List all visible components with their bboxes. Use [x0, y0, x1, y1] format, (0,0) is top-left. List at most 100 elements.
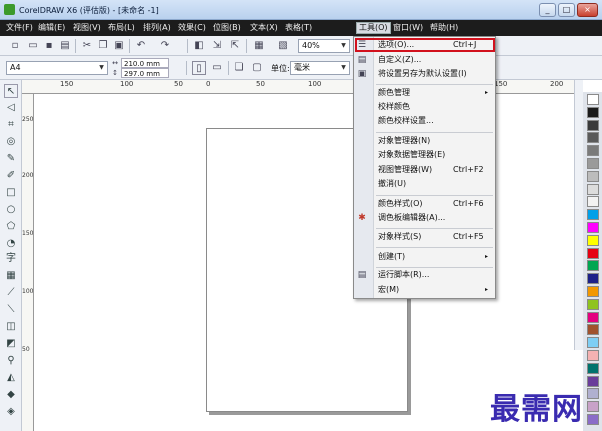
menu-item-color-management[interactable]: 颜色管理 ▸	[354, 86, 495, 100]
vertical-scrollbar[interactable]	[574, 80, 583, 350]
menu-edit[interactable]: 编辑(E)	[36, 22, 67, 34]
color-swatch[interactable]	[587, 183, 599, 195]
menu-window[interactable]: 窗口(W)	[391, 22, 425, 34]
menu-item-color-styles[interactable]: 颜色样式(O) Ctrl+F6	[354, 197, 495, 211]
color-swatch[interactable]	[587, 401, 599, 413]
color-swatch[interactable]	[587, 222, 599, 233]
color-swatch[interactable]	[587, 324, 599, 336]
pick-tool-icon[interactable]: ↖	[4, 84, 18, 98]
color-swatch[interactable]	[587, 158, 599, 169]
menu-tools[interactable]: 工具(O)	[356, 22, 391, 34]
color-swatch[interactable]	[587, 375, 599, 387]
menu-view[interactable]: 视图(V)	[71, 22, 103, 34]
menu-item-run-script[interactable]: ▤ 运行脚本(R)...	[354, 268, 495, 282]
table-tool-icon[interactable]: ▦	[4, 269, 18, 283]
color-swatch[interactable]	[587, 106, 599, 118]
menu-layout[interactable]: 布局(L)	[106, 22, 137, 34]
color-swatch[interactable]	[587, 145, 599, 157]
crop-tool-icon[interactable]: ⌗	[4, 118, 18, 132]
menu-item-object-styles[interactable]: 对象样式(S) Ctrl+F5	[354, 230, 495, 244]
page-width-field[interactable]: 210.0 mm	[121, 58, 169, 68]
color-swatch[interactable]	[587, 273, 599, 285]
menu-item-customize[interactable]: ▤ 自定义(Z)...	[354, 53, 495, 67]
save-icon[interactable]: ▪	[42, 39, 56, 53]
color-swatch[interactable]	[587, 298, 599, 310]
print-icon[interactable]: ▤	[58, 39, 72, 53]
rectangle-tool-icon[interactable]: □	[4, 186, 18, 200]
color-swatch[interactable]	[587, 196, 599, 208]
smart-fill-tool-icon[interactable]: ✐	[4, 169, 18, 183]
landscape-icon[interactable]: ▭	[210, 61, 224, 75]
zoom-level-combo[interactable]: 40% ▼	[298, 39, 350, 53]
close-button[interactable]: ×	[577, 3, 598, 17]
fill-tool-icon[interactable]: ◆	[4, 388, 18, 402]
color-swatch[interactable]	[587, 119, 599, 131]
color-swatch[interactable]	[587, 311, 599, 323]
menu-item-save-defaults[interactable]: ▣ 将设置另存为默认设置(I)	[354, 67, 495, 81]
color-swatch[interactable]	[587, 414, 599, 425]
polygon-tool-icon[interactable]: ⬠	[4, 220, 18, 234]
minimize-button[interactable]: _	[539, 3, 556, 17]
ellipse-tool-icon[interactable]: ○	[4, 203, 18, 217]
menu-item-proof-settings[interactable]: 颜色校样设置...	[354, 114, 495, 128]
shape-tool-icon[interactable]: ◁	[4, 101, 18, 115]
paper-size-combo[interactable]: A4 ▼	[6, 61, 108, 75]
cut-icon[interactable]: ✂	[80, 39, 94, 53]
paste-icon[interactable]: ▣	[112, 39, 126, 53]
blend-tool-icon[interactable]: ◫	[4, 320, 18, 334]
open-icon[interactable]: ▭	[26, 39, 40, 53]
export-icon[interactable]: ⇱	[228, 39, 242, 53]
menu-item-view-manager[interactable]: 视图管理器(W) Ctrl+F2	[354, 163, 495, 177]
menu-item-object-data-manager[interactable]: 对象数据管理器(E)	[354, 148, 495, 162]
outline-tool-icon[interactable]: ◭	[4, 371, 18, 385]
copy-icon[interactable]: ❐	[96, 39, 110, 53]
color-swatch[interactable]	[587, 247, 599, 259]
color-swatch[interactable]	[587, 260, 599, 272]
text-tool-icon[interactable]: 字	[4, 252, 18, 266]
menu-item-proof-colors[interactable]: 校样颜色	[354, 100, 495, 114]
units-combo[interactable]: 毫米 ▼	[290, 61, 350, 75]
portrait-icon[interactable]: ▯	[192, 61, 206, 75]
color-swatch[interactable]	[587, 170, 599, 182]
import-icon[interactable]: ⇲	[210, 39, 224, 53]
menu-help[interactable]: 帮助(H)	[428, 22, 460, 34]
menu-table[interactable]: 表格(T)	[283, 22, 314, 34]
color-swatch[interactable]	[587, 388, 599, 400]
color-swatch[interactable]	[587, 209, 599, 221]
menu-item-create[interactable]: 创建(T) ▸	[354, 250, 495, 264]
menu-text[interactable]: 文本(X)	[248, 22, 280, 34]
search-content-icon[interactable]: ◧	[192, 39, 206, 53]
menu-file[interactable]: 文件(F)	[4, 22, 35, 34]
redo-icon[interactable]: ↷	[158, 39, 172, 53]
undo-icon[interactable]: ↶	[134, 39, 148, 53]
dimension-tool-icon[interactable]: ⟋	[4, 286, 18, 300]
interactive-fill-tool-icon[interactable]: ◈	[4, 405, 18, 419]
welcome-screen-icon[interactable]: ▧	[276, 39, 290, 53]
menu-item-macros[interactable]: 宏(M) ▸	[354, 283, 495, 297]
basic-shapes-tool-icon[interactable]: ◔	[4, 237, 18, 251]
menu-bitmaps[interactable]: 位图(B)	[211, 22, 243, 34]
page-height-field[interactable]: 297.0 mm	[121, 68, 169, 78]
new-document-icon[interactable]: ▫	[8, 39, 22, 53]
maximize-button[interactable]: □	[558, 3, 575, 17]
menu-item-object-manager[interactable]: 对象管理器(N)	[354, 134, 495, 148]
color-swatch[interactable]	[587, 337, 599, 349]
all-pages-icon[interactable]: ❏	[232, 61, 246, 75]
zoom-tool-icon[interactable]: ◎	[4, 135, 18, 149]
color-swatch[interactable]	[587, 286, 599, 297]
color-swatch[interactable]	[587, 94, 599, 105]
current-page-icon[interactable]: ▢	[250, 61, 264, 75]
color-swatch[interactable]	[587, 132, 599, 144]
connector-tool-icon[interactable]: ⟍	[4, 303, 18, 317]
menu-arrange[interactable]: 排列(A)	[141, 22, 173, 34]
color-swatch[interactable]	[587, 362, 599, 374]
menu-item-undo[interactable]: 撤消(U)	[354, 177, 495, 191]
color-swatch[interactable]	[587, 234, 599, 246]
color-swatch[interactable]	[587, 350, 599, 361]
application-launcher-icon[interactable]: ▦	[252, 39, 266, 53]
transparency-tool-icon[interactable]: ◩	[4, 337, 18, 351]
eyedropper-tool-icon[interactable]: ⚲	[4, 354, 18, 368]
freehand-tool-icon[interactable]: ✎	[4, 152, 18, 166]
menu-item-palette-editor[interactable]: ✱ 调色板编辑器(A)...	[354, 211, 495, 225]
menu-effects[interactable]: 效果(C)	[176, 22, 208, 34]
